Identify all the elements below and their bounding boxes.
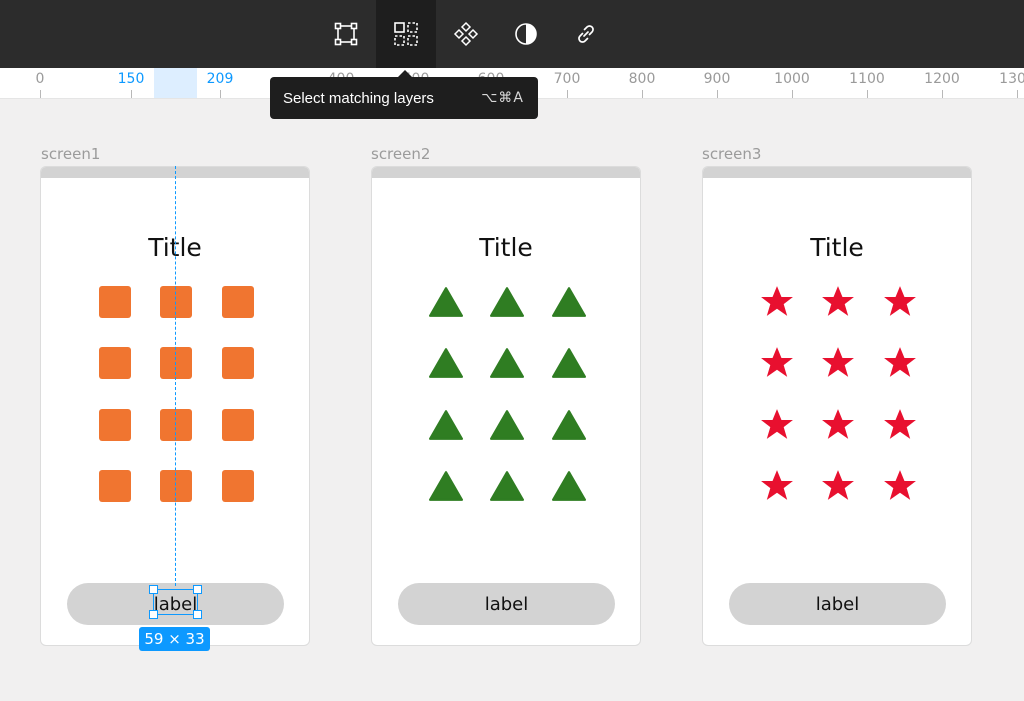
ruler-label: 1100 [849, 71, 885, 87]
green-triangle-shape[interactable] [490, 285, 524, 319]
green-triangle-shape[interactable] [552, 285, 586, 319]
ruler-label: 1200 [924, 71, 960, 87]
orange-square-shape[interactable] [99, 286, 131, 318]
ruler-tick [792, 90, 793, 98]
ruler-label: 1300 [999, 71, 1024, 87]
ruler-tick [867, 90, 868, 98]
frame-screen2[interactable]: Title label [371, 166, 641, 646]
contrast-mask-icon [515, 23, 537, 45]
frame-label-screen3[interactable]: screen3 [702, 145, 761, 163]
red-star-shape[interactable] [821, 469, 855, 503]
green-triangle-shape[interactable] [429, 346, 463, 380]
orange-square-shape[interactable] [160, 470, 192, 502]
select-matching-icon [394, 22, 418, 46]
orange-square-shape[interactable] [99, 347, 131, 379]
ruler-tick [1017, 90, 1018, 98]
ruler-tick [40, 90, 41, 98]
ruler-label: 700 [553, 71, 581, 87]
shape-grid [703, 167, 971, 645]
orange-square-shape[interactable] [99, 409, 131, 441]
tooltip: Select matching layers ⌥⌘A [270, 77, 538, 119]
ruler-tick [220, 90, 221, 98]
shape-grid [372, 167, 640, 645]
orange-square-shape[interactable] [99, 470, 131, 502]
red-star-shape[interactable] [883, 346, 917, 380]
ruler-tick [717, 90, 718, 98]
red-star-shape[interactable] [821, 408, 855, 442]
red-star-shape[interactable] [760, 408, 794, 442]
ruler-label: 800 [628, 71, 656, 87]
green-triangle-shape[interactable] [490, 346, 524, 380]
red-star-shape[interactable] [821, 346, 855, 380]
frame-label-screen1[interactable]: screen1 [41, 145, 100, 163]
button-label[interactable]: label [485, 594, 529, 615]
red-star-shape[interactable] [883, 469, 917, 503]
ruler-label: 900 [703, 71, 731, 87]
red-star-shape[interactable] [883, 408, 917, 442]
orange-square-shape[interactable] [222, 286, 254, 318]
green-triangle-shape[interactable] [429, 285, 463, 319]
green-triangle-shape[interactable] [490, 408, 524, 442]
ruler-label: 0 [35, 71, 45, 87]
red-star-shape[interactable] [760, 346, 794, 380]
frame-button[interactable]: label [398, 583, 615, 625]
selection-box[interactable] [149, 585, 202, 619]
ruler-label: 150 [117, 71, 145, 87]
link-tool-button[interactable] [556, 0, 616, 68]
orange-square-shape[interactable] [222, 470, 254, 502]
orange-square-shape[interactable] [222, 409, 254, 441]
green-triangle-shape[interactable] [552, 408, 586, 442]
resize-handle-top-left[interactable] [149, 585, 158, 594]
ruler-tick [642, 90, 643, 98]
green-triangle-shape[interactable] [490, 469, 524, 503]
orange-square-shape[interactable] [222, 347, 254, 379]
ruler-label: 209 [206, 71, 234, 87]
green-triangle-shape[interactable] [429, 469, 463, 503]
resize-handle-top-right[interactable] [193, 585, 202, 594]
orange-square-shape[interactable] [160, 286, 192, 318]
top-toolbar [0, 0, 1024, 68]
ruler-tick [131, 90, 132, 98]
red-star-shape[interactable] [760, 469, 794, 503]
vector-transform-icon [334, 22, 358, 46]
tooltip-shortcut: ⌥⌘A [481, 90, 524, 106]
component-icon [453, 21, 479, 47]
orange-square-shape[interactable] [160, 347, 192, 379]
red-star-shape[interactable] [883, 285, 917, 319]
mask-tool-button[interactable] [496, 0, 556, 68]
tooltip-arrow [398, 70, 412, 77]
red-star-shape[interactable] [821, 285, 855, 319]
green-triangle-shape[interactable] [552, 346, 586, 380]
green-triangle-shape[interactable] [552, 469, 586, 503]
tooltip-label: Select matching layers [283, 89, 434, 107]
ruler-selection-range [154, 68, 197, 98]
transform-tool-button[interactable] [316, 0, 376, 68]
red-star-shape[interactable] [760, 285, 794, 319]
component-tool-button[interactable] [436, 0, 496, 68]
frame-label-screen2[interactable]: screen2 [371, 145, 430, 163]
resize-handle-bottom-left[interactable] [149, 610, 158, 619]
ruler-tick [567, 90, 568, 98]
orange-square-shape[interactable] [160, 409, 192, 441]
ruler-tick [942, 90, 943, 98]
button-label[interactable]: label [816, 594, 860, 615]
selection-dimensions-badge: 59 × 33 [139, 627, 210, 651]
alignment-guide [175, 166, 176, 586]
frame-button[interactable]: label [729, 583, 946, 625]
green-triangle-shape[interactable] [429, 408, 463, 442]
ruler-label: 1000 [774, 71, 810, 87]
select-matching-tool-button[interactable] [376, 0, 436, 68]
resize-handle-bottom-right[interactable] [193, 610, 202, 619]
frame-screen3[interactable]: Title label [702, 166, 972, 646]
link-icon [578, 25, 594, 43]
